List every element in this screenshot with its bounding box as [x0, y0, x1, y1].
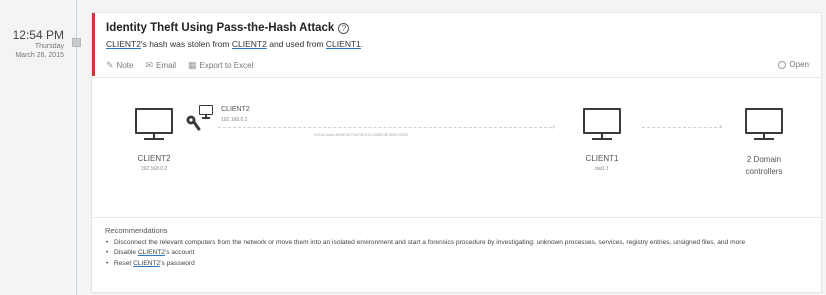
day-label: Thursday	[34, 43, 64, 50]
source-ip: 192.168.0.2	[221, 117, 248, 123]
entity-link-client2-source[interactable]: CLIENT2	[232, 39, 267, 49]
target-ip: dat1.1	[595, 166, 609, 172]
severity-bar	[92, 13, 95, 76]
source-name[interactable]: CLIENT2	[221, 106, 250, 113]
dc-arrow	[642, 127, 722, 128]
recommendation-prefix: Disable	[114, 249, 138, 256]
alert-description: CLIENT2's hash was stolen from CLIENT2 a…	[106, 39, 363, 49]
note-button[interactable]: ✎ Note	[106, 60, 133, 71]
pencil-icon: ✎	[106, 60, 114, 70]
attacker-computer-icon[interactable]	[135, 108, 173, 140]
dc-label-line2: controllers	[745, 167, 783, 176]
recommendation-item: Disable CLIENT2's account	[105, 248, 815, 259]
target-name[interactable]: CLIENT1	[568, 154, 636, 163]
date-label: March 26, 2015	[15, 52, 64, 59]
email-icon: ✉	[145, 60, 153, 70]
export-excel-button[interactable]: ▦ Export to Excel	[188, 60, 253, 71]
target-computer-icon[interactable]	[583, 108, 621, 140]
alert-card: Identity Theft Using Pass-the-Hash Attac…	[91, 12, 822, 293]
status-label: Open	[789, 60, 809, 69]
alert-header: Identity Theft Using Pass-the-Hash Attac…	[106, 22, 350, 34]
export-label: Export to Excel	[199, 61, 254, 70]
timeline-marker	[72, 38, 81, 47]
excel-icon: ▦	[188, 60, 197, 70]
recommendations-title: Recommendations	[105, 226, 168, 235]
attacker-ip: 192.168.0.2	[140, 166, 168, 172]
arrow-head-icon: ›	[552, 121, 555, 131]
hash-label: NTLM hash:6B9E5C724F9D41C1369C4E5B9C0288	[314, 132, 408, 137]
entity-link-client2[interactable]: CLIENT2	[138, 249, 165, 256]
attacker-name[interactable]: CLIENT2	[120, 154, 188, 163]
recommendation-item: Reset CLIENT2's password	[105, 259, 815, 270]
recommendation-prefix: Reset	[114, 259, 134, 267]
desc-text: 's hash was stolen from	[140, 39, 232, 49]
source-computer-icon[interactable]	[199, 105, 213, 119]
alert-title[interactable]: Identity Theft Using Pass-the-Hash Attac…	[106, 22, 334, 34]
domain-controller-icon[interactable]	[745, 108, 783, 140]
note-label: Note	[116, 61, 134, 70]
email-button[interactable]: ✉ Email	[145, 60, 176, 71]
recommendation-suffix: 's password	[160, 259, 195, 267]
status-open-icon	[778, 60, 787, 69]
recommendation-text: Disconnect the relevant computers from t…	[114, 238, 746, 246]
hash-transfer-arrow	[218, 127, 552, 128]
arrow-head-icon: ›	[719, 121, 722, 131]
status-dropdown[interactable]: Open	[778, 60, 809, 69]
attack-diagram: CLIENT2 192.168.0.2 CLIENT2 192.168.0.2 …	[92, 77, 823, 217]
recommendation-item: Disconnect the relevant computers from t…	[105, 238, 815, 249]
help-icon[interactable]: ?	[338, 22, 350, 34]
timeline-timestamp: 12:54 PM Thursday March 26, 2015	[0, 0, 68, 295]
alert-actions: ✎ Note ✉ Email ▦ Export to Excel	[106, 60, 253, 71]
desc-text: and used from	[266, 39, 326, 49]
entity-link-client2[interactable]: CLIENT2	[133, 260, 160, 267]
recommendation-suffix: 's account	[164, 249, 195, 256]
email-label: Email	[156, 61, 177, 70]
dc-label[interactable]: 2 Domain controllers	[725, 154, 803, 178]
desc-text: .	[360, 39, 364, 49]
recommendations-list: Disconnect the relevant computers from t…	[105, 238, 815, 270]
recommendations: Recommendations Disconnect the relevant …	[105, 226, 815, 269]
dc-label-line1: 2 Domain	[746, 155, 782, 164]
entity-link-client1[interactable]: CLIENT1	[326, 39, 361, 49]
entity-link-client2[interactable]: CLIENT2	[106, 39, 141, 49]
divider	[92, 217, 821, 218]
time-label: 12:54 PM	[12, 28, 64, 42]
